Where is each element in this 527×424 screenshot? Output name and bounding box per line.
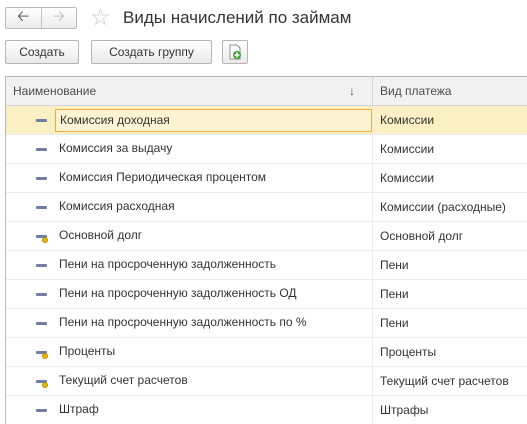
create-button[interactable]: Создать xyxy=(5,40,79,64)
table-row[interactable]: Текущий счет расчетов Текущий счет расчет… xyxy=(6,367,527,396)
item-icon xyxy=(36,177,47,180)
table-row[interactable]: Комиссия Периодическая процентом Комиссии xyxy=(6,164,527,193)
cell-name[interactable]: Основной долг xyxy=(55,225,142,248)
cell-name[interactable]: Штраф xyxy=(55,399,99,422)
predefined-marker-icon xyxy=(42,237,48,243)
table-row[interactable]: Штраф Штрафы xyxy=(6,396,527,424)
back-button[interactable]: 🡠 xyxy=(6,8,41,28)
column-divider xyxy=(372,106,373,424)
add-document-icon xyxy=(229,44,241,60)
cell-payment-type[interactable]: Пени xyxy=(380,280,409,308)
copy-button[interactable] xyxy=(222,40,248,64)
item-icon xyxy=(36,409,47,412)
item-icon xyxy=(36,293,47,296)
cell-name[interactable]: Пени на просроченную задолженность по % xyxy=(55,312,307,335)
item-icon xyxy=(36,322,47,325)
table-header: Наименование ↓ Вид платежа xyxy=(6,77,527,106)
cell-payment-type[interactable]: Текущий счет расчетов xyxy=(380,367,509,395)
cell-payment-type[interactable]: Комиссии xyxy=(380,164,434,192)
cell-payment-type[interactable]: Пени xyxy=(380,251,409,279)
predefined-marker-icon xyxy=(42,353,48,359)
item-icon xyxy=(36,206,47,209)
column-divider[interactable] xyxy=(372,77,373,105)
cell-name[interactable]: Пени на просроченную задолженность ОД xyxy=(55,283,297,306)
cell-name[interactable]: Проценты xyxy=(55,341,115,364)
star-icon[interactable]: ☆ xyxy=(90,4,111,30)
cell-name[interactable]: Комиссия за выдачу xyxy=(55,138,172,161)
table-row[interactable]: Комиссия за выдачу Комиссии xyxy=(6,135,527,164)
cell-name[interactable]: Комиссия доходная xyxy=(55,109,372,132)
item-icon xyxy=(36,264,47,267)
cell-payment-type[interactable]: Комиссии xyxy=(380,135,434,163)
predefined-marker-icon xyxy=(42,382,48,388)
table-row[interactable]: Основной долг Основной долг xyxy=(6,222,527,251)
cell-name[interactable]: Комиссия расходная xyxy=(55,196,175,219)
table-row[interactable]: Комиссия расходная Комиссии (расходные) xyxy=(6,193,527,222)
create-group-button[interactable]: Создать группу xyxy=(91,40,212,64)
cell-payment-type[interactable]: Комиссии (расходные) xyxy=(380,193,506,221)
table-row[interactable]: Пени на просроченную задолженность ОД Пен… xyxy=(6,280,527,309)
toolbar: Создать Создать группу xyxy=(0,40,527,66)
navigation-buttons: 🡠 🡢 xyxy=(5,7,77,29)
table-row[interactable]: Проценты Проценты xyxy=(6,338,527,367)
item-icon xyxy=(36,148,47,151)
table-row[interactable]: Комиссия доходная Комиссии xyxy=(6,106,527,135)
cell-payment-type[interactable]: Пени xyxy=(380,309,409,337)
accruals-table: Наименование ↓ Вид платежа Комиссия дохо… xyxy=(5,76,527,424)
column-header-payment-type[interactable]: Вид платежа xyxy=(380,77,527,105)
arrow-left-icon: 🡠 xyxy=(17,7,30,25)
item-icon xyxy=(36,119,47,122)
arrow-right-icon: 🡢 xyxy=(52,7,65,25)
cell-name[interactable]: Текущий счет расчетов xyxy=(55,370,188,393)
table-row[interactable]: Пени на просроченную задолженность по % П… xyxy=(6,309,527,338)
cell-payment-type[interactable]: Основной долг xyxy=(380,222,463,250)
cell-name[interactable]: Пени на просроченную задолженность xyxy=(55,254,276,277)
cell-payment-type[interactable]: Штрафы xyxy=(380,396,428,424)
forward-button[interactable]: 🡢 xyxy=(42,8,77,28)
page-title: Виды начислений по займам xyxy=(123,8,352,27)
cell-payment-type[interactable]: Проценты xyxy=(380,338,436,366)
cell-payment-type[interactable]: Комиссии xyxy=(380,106,434,134)
title-bar: 🡠 🡢 ☆ Виды начислений по займам xyxy=(0,0,527,38)
sort-down-icon[interactable]: ↓ xyxy=(349,77,355,105)
cell-name[interactable]: Комиссия Периодическая процентом xyxy=(55,167,266,190)
table-row[interactable]: Пени на просроченную задолженность Пени xyxy=(6,251,527,280)
column-header-name[interactable]: Наименование xyxy=(13,77,363,105)
